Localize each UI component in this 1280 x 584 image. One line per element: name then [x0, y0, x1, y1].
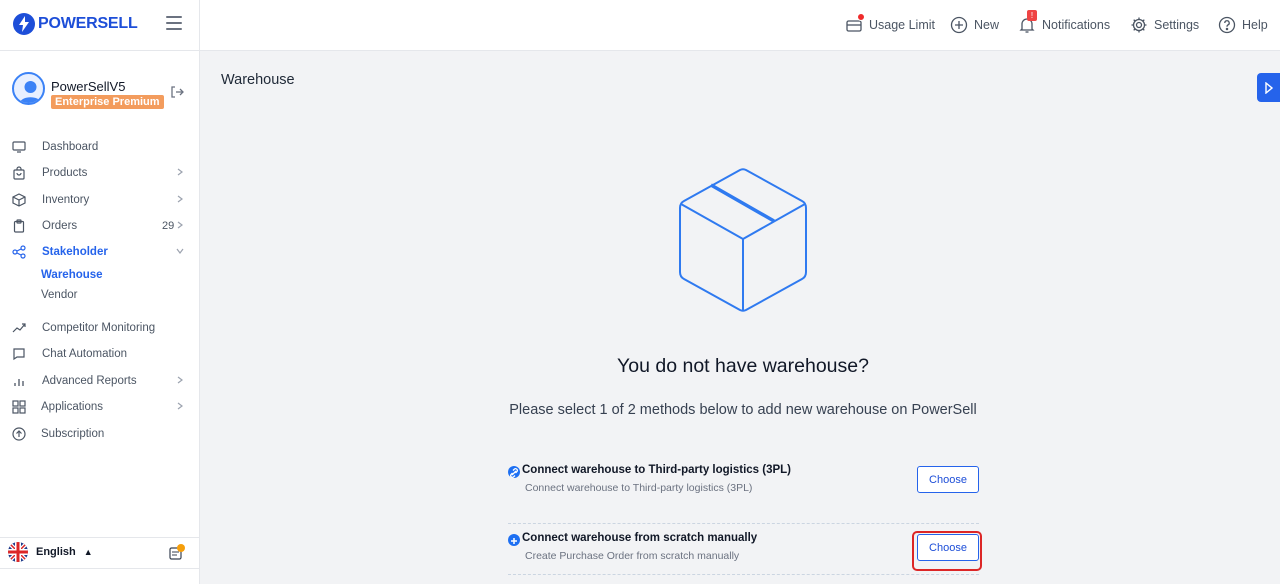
- page-title: Warehouse: [221, 72, 295, 88]
- chevron-down-icon: [176, 248, 184, 254]
- monitor-icon: [12, 141, 26, 153]
- plus-circle-icon: [508, 534, 520, 546]
- brand-logo[interactable]: POWERSELL: [12, 10, 138, 38]
- sidebar-item-stakeholder[interactable]: Stakeholder: [0, 239, 199, 265]
- sidebar-item-label: Competitor Monitoring: [42, 322, 156, 334]
- option-title: Connect warehouse to Third-party logisti…: [522, 464, 792, 476]
- sidebar-item-label: Products: [42, 167, 88, 179]
- sidebar-divider: [0, 50, 199, 51]
- plus-circle-icon: [950, 16, 968, 34]
- chevron-right-icon: [177, 402, 183, 410]
- sidebar-item-label: Dashboard: [42, 141, 99, 153]
- help-label: Help: [1242, 18, 1268, 32]
- option-description: Create Purchase Order from scratch manua…: [525, 550, 740, 562]
- sidebar-item-label: Inventory: [42, 194, 90, 206]
- plan-badge: Enterprise Premium: [51, 95, 164, 109]
- sidebar-item-competitor-monitoring[interactable]: Competitor Monitoring: [0, 315, 199, 341]
- orders-count: 29: [162, 220, 175, 232]
- chevron-right-icon: [177, 195, 183, 203]
- usage-limit-label: Usage Limit: [869, 18, 935, 32]
- sidebar-item-applications[interactable]: Applications: [0, 394, 199, 420]
- new-button[interactable]: New: [950, 0, 999, 50]
- empty-state-title: You do not have warehouse?: [617, 355, 869, 377]
- new-label: New: [974, 18, 1000, 32]
- option-3pl: Connect warehouse to Third-party logisti…: [508, 458, 979, 524]
- sidebar-subitem-warehouse[interactable]: Warehouse: [41, 269, 103, 281]
- notifications-badge: !: [1027, 10, 1037, 21]
- sidebar-item-label: Applications: [41, 401, 104, 413]
- sidebar-item-label: Orders: [42, 220, 78, 232]
- help-circle-icon: [1218, 16, 1236, 34]
- grid-icon: [12, 400, 26, 414]
- menu-toggle-icon[interactable]: [166, 16, 182, 30]
- sidebar-item-subscription[interactable]: Subscription: [0, 421, 199, 447]
- chevron-right-icon: [177, 376, 183, 384]
- option-manual: Connect warehouse from scratch manually …: [508, 526, 979, 575]
- notifications-button[interactable]: ! Notifications: [1018, 0, 1110, 50]
- sidebar-item-label: Subscription: [41, 428, 105, 440]
- sidebar-item-chat-automation[interactable]: Chat Automation: [0, 341, 199, 367]
- user-name: PowerSellV5: [51, 79, 126, 94]
- option-title: Connect warehouse from scratch manually: [522, 532, 758, 544]
- empty-state-subtitle: Please select 1 of 2 methods below to ad…: [509, 402, 977, 418]
- share-icon: [12, 245, 26, 259]
- avatar[interactable]: [12, 72, 45, 105]
- play-icon: [1264, 81, 1273, 94]
- sidebar-item-inventory[interactable]: Inventory: [0, 187, 199, 213]
- clipboard-icon: [13, 219, 25, 233]
- language-selector[interactable]: English ▲: [8, 542, 93, 562]
- sidebar-footer-divider: [0, 537, 199, 538]
- link-icon: [508, 466, 520, 478]
- choose-3pl-button[interactable]: Choose: [917, 466, 979, 493]
- brand-name: POWERSELL: [38, 15, 138, 32]
- sidebar-item-label: Advanced Reports: [42, 375, 137, 387]
- chevron-right-icon: [177, 221, 183, 229]
- usage-alert-dot: [857, 13, 865, 21]
- sidebar-item-products[interactable]: Products: [0, 160, 199, 186]
- usage-limit-button[interactable]: Usage Limit: [845, 0, 935, 50]
- notes-icon[interactable]: [168, 543, 186, 561]
- lightning-logo-icon: [13, 13, 35, 35]
- help-button[interactable]: Help: [1218, 0, 1268, 50]
- topbar: Usage Limit New ! Notifications Settings…: [200, 0, 1280, 51]
- sidebar-item-label: Stakeholder: [42, 246, 108, 258]
- sidebar-item-label: Chat Automation: [42, 348, 128, 360]
- gear-icon: [1131, 17, 1147, 33]
- caret-up-icon: ▲: [83, 547, 93, 557]
- option-description: Connect warehouse to Third-party logisti…: [525, 482, 753, 494]
- bell-icon: !: [1018, 10, 1037, 34]
- sidebar-subitem-vendor[interactable]: Vendor: [41, 289, 77, 301]
- language-label: English: [36, 546, 76, 558]
- settings-button[interactable]: Settings: [1130, 0, 1199, 50]
- chevron-right-icon: [177, 168, 183, 176]
- sidebar-bottom-divider: [0, 568, 199, 569]
- sidebar-item-orders[interactable]: Orders 29: [0, 213, 199, 239]
- sidebar-item-advanced-reports[interactable]: Advanced Reports: [0, 368, 199, 394]
- settings-label: Settings: [1154, 18, 1200, 32]
- usage-card-icon: [845, 13, 865, 34]
- logout-icon[interactable]: [170, 85, 184, 99]
- trend-icon: [12, 323, 26, 333]
- cube-icon: [12, 193, 26, 207]
- uk-flag-icon: [8, 542, 28, 562]
- side-panel-toggle[interactable]: [1257, 73, 1280, 102]
- user-profile: PowerSellV5 Enterprise Premium: [12, 72, 192, 112]
- empty-box-illustration-icon: [679, 168, 807, 312]
- chat-icon: [13, 348, 25, 361]
- arrow-up-circle-icon: [12, 427, 26, 441]
- sidebar: POWERSELL PowerSellV5 Enterprise Premium…: [0, 0, 200, 584]
- bar-chart-icon: [14, 379, 24, 386]
- bag-icon: [13, 166, 25, 180]
- notifications-label: Notifications: [1042, 18, 1111, 32]
- sidebar-item-dashboard[interactable]: Dashboard: [0, 134, 199, 160]
- choose-manual-button[interactable]: Choose: [917, 534, 979, 561]
